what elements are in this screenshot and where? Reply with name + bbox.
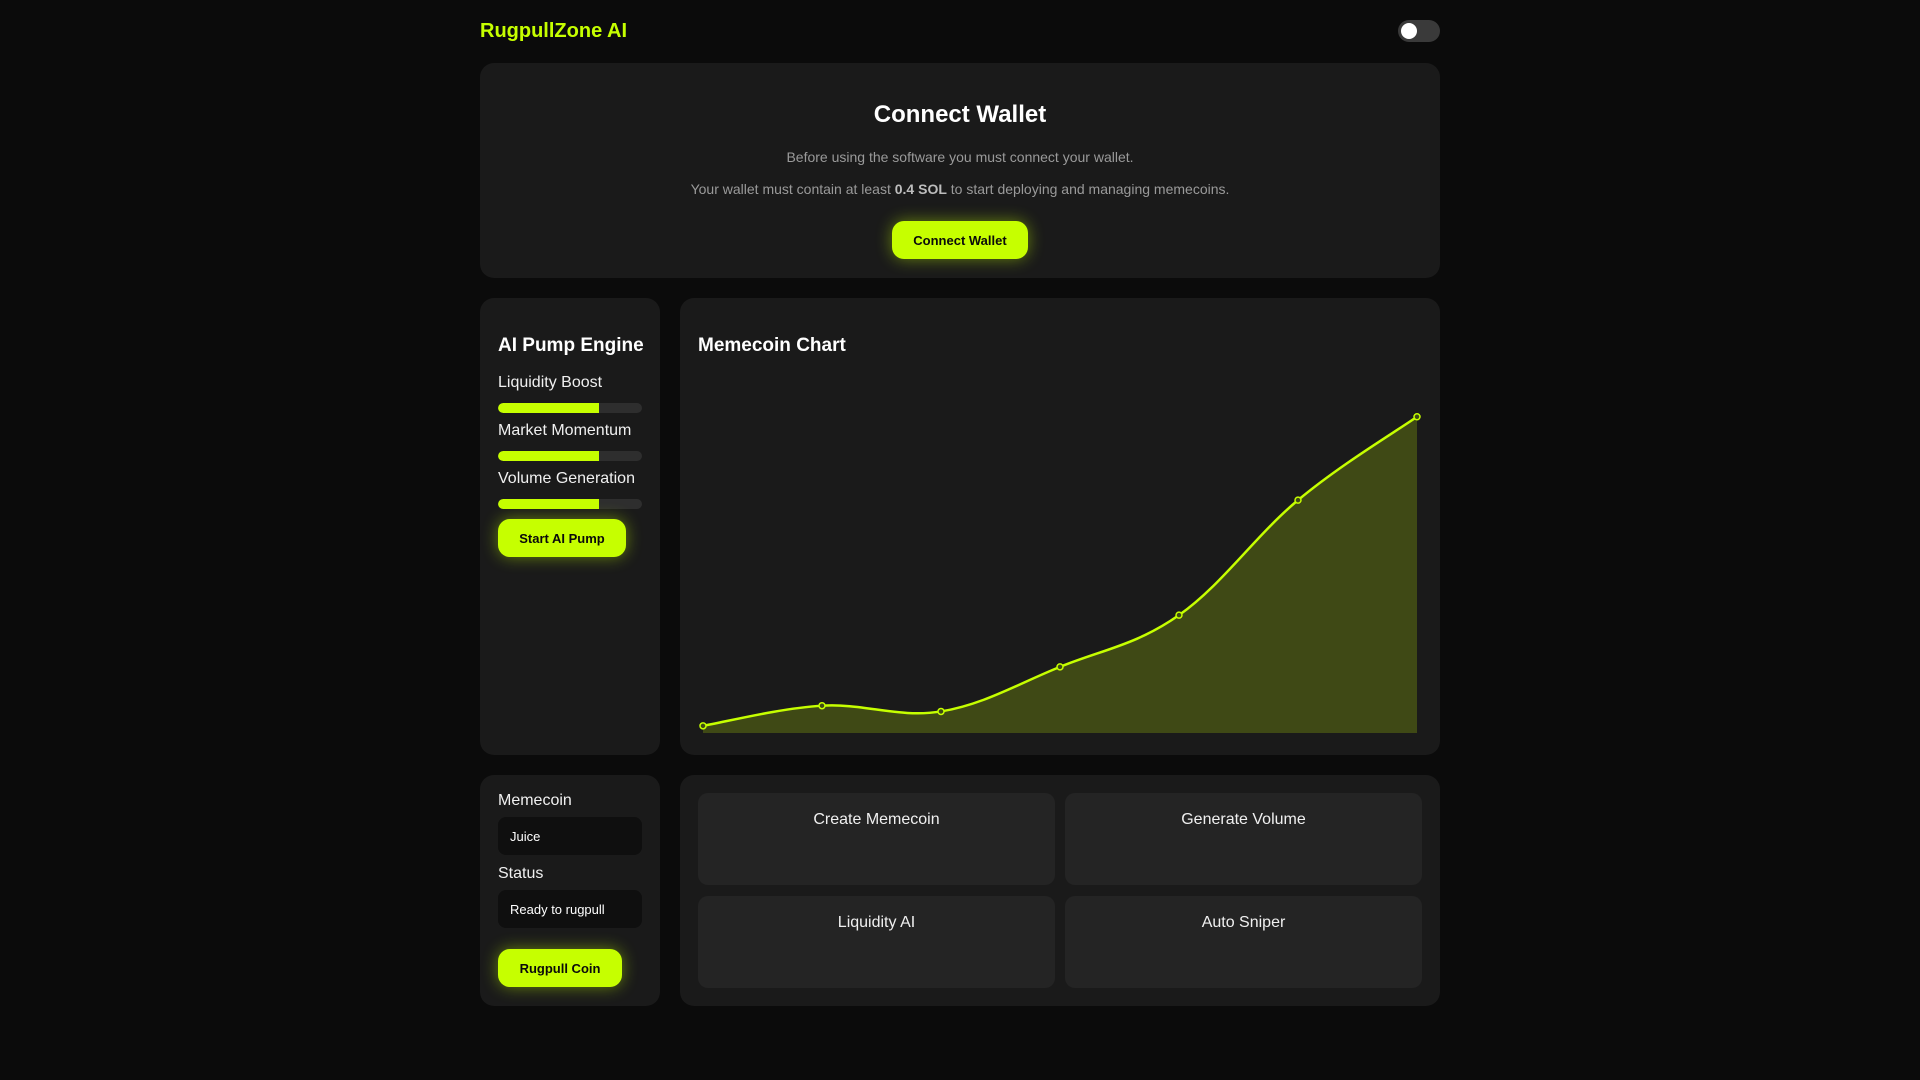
liquidity-boost-bar bbox=[498, 403, 642, 413]
toggle-knob bbox=[1401, 23, 1417, 39]
chart-area-fill bbox=[703, 416, 1417, 733]
liquidity-ai-tile[interactable]: Liquidity AI bbox=[698, 896, 1055, 988]
rugpull-coin-button[interactable]: Rugpull Coin bbox=[498, 949, 622, 987]
connect-wallet-button[interactable]: Connect Wallet bbox=[892, 221, 1028, 259]
chart-point-3 bbox=[1056, 663, 1064, 671]
market-momentum-bar bbox=[498, 451, 642, 461]
auto-sniper-tile[interactable]: Auto Sniper bbox=[1065, 896, 1422, 988]
start-ai-pump-button[interactable]: Start AI Pump bbox=[498, 519, 626, 557]
liquidity-boost-label: Liquidity Boost bbox=[498, 374, 603, 391]
liquidity-boost-fill bbox=[498, 403, 599, 413]
coin-status-card: Memecoin Juice Status Ready to rugpull R… bbox=[480, 775, 660, 1006]
actions-card: Create Memecoin Generate Volume Liquidit… bbox=[680, 775, 1440, 1006]
volume-generation-fill bbox=[498, 499, 599, 509]
theme-toggle[interactable] bbox=[1398, 20, 1440, 42]
chart-point-1 bbox=[818, 701, 826, 710]
memecoin-chart-card: Memecoin Chart bbox=[680, 298, 1440, 755]
market-momentum-label: Market Momentum bbox=[498, 422, 632, 439]
chart-point-0 bbox=[699, 722, 707, 730]
memecoin-chart bbox=[699, 413, 1421, 733]
chart-point-2 bbox=[937, 707, 945, 716]
wallet-title: Connect Wallet bbox=[873, 101, 1047, 128]
market-momentum-fill bbox=[498, 451, 599, 461]
volume-generation-bar bbox=[498, 499, 642, 509]
requirement-suffix: to start deploying and managing memecoin… bbox=[946, 181, 1230, 197]
chart-point-4 bbox=[1175, 611, 1183, 619]
memecoin-field[interactable]: Juice bbox=[498, 817, 642, 855]
chart-point-5 bbox=[1294, 496, 1302, 504]
status-field: Ready to rugpull bbox=[498, 890, 642, 928]
connect-wallet-card: Connect Wallet Before using the software… bbox=[480, 63, 1440, 278]
requirement-amount: 0.4 SOL bbox=[894, 181, 947, 197]
brand-logo[interactable]: RugpullZone AI bbox=[480, 20, 627, 43]
app-root: RugpullZone AI Connect Wallet Before usi… bbox=[480, 0, 1440, 1080]
volume-generation-label: Volume Generation bbox=[498, 470, 635, 487]
requirement-prefix: Your wallet must contain at least bbox=[690, 181, 895, 197]
header: RugpullZone AI bbox=[480, 18, 1440, 48]
engine-title: AI Pump Engine bbox=[498, 335, 644, 356]
generate-volume-tile[interactable]: Generate Volume bbox=[1065, 793, 1422, 885]
status-label: Status bbox=[498, 865, 544, 882]
ai-pump-engine-card: AI Pump Engine Liquidity Boost Market Mo… bbox=[480, 298, 660, 755]
memecoin-label: Memecoin bbox=[498, 792, 572, 809]
wallet-description: Before using the software you must conne… bbox=[786, 149, 1134, 165]
wallet-requirement: Your wallet must contain at least 0.4 SO… bbox=[480, 181, 1440, 197]
create-memecoin-tile[interactable]: Create Memecoin bbox=[698, 793, 1055, 885]
chart-point-6 bbox=[1413, 413, 1421, 421]
